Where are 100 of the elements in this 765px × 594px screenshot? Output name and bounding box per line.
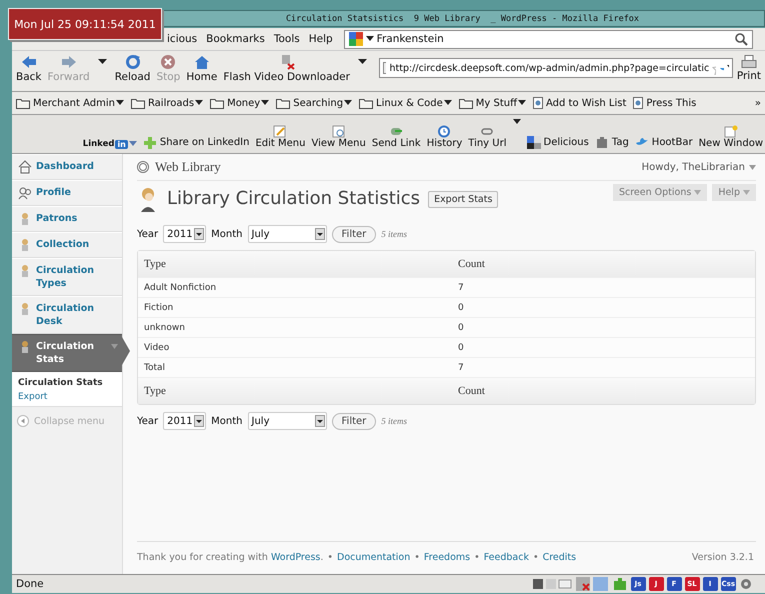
address-field[interactable]: http://circdesk.deepsoft.com/wp-admin/admin.php?page=circulatic xyxy=(378,58,733,78)
send-icon xyxy=(389,125,404,138)
table-cell-text: 0 xyxy=(457,302,464,312)
year-label: Year xyxy=(137,228,158,240)
linkedin-button[interactable]: Linked in xyxy=(82,139,137,149)
column-header[interactable]: Type xyxy=(138,385,452,397)
table-cell-text: 7 xyxy=(457,362,464,372)
sidebar-item[interactable]: Profile xyxy=(12,180,122,206)
column-header[interactable]: Count xyxy=(452,258,485,270)
people-icon xyxy=(18,186,32,200)
table-cell-text: Video xyxy=(143,342,170,352)
footer-link[interactable]: Documentation xyxy=(337,552,410,562)
toolbar-button[interactable]: Tiny Url xyxy=(468,125,506,149)
filter-button[interactable]: Filter xyxy=(332,412,376,430)
folder-icon xyxy=(130,98,145,108)
table-cell-text: 0 xyxy=(457,342,464,352)
wordpress-logo-icon xyxy=(137,161,149,173)
bookmark-item[interactable]: Searching xyxy=(276,98,352,108)
toolbar-button[interactable]: Delicious xyxy=(526,136,589,149)
year-select[interactable]: 2011 xyxy=(163,412,206,430)
print-button[interactable]: Print xyxy=(734,54,763,82)
search-engine-icon[interactable] xyxy=(348,32,363,46)
separator-dot: • xyxy=(532,552,539,562)
current-pointer-icon xyxy=(122,337,130,365)
screen-options-tab[interactable]: Screen Options xyxy=(612,184,708,201)
item-count: 5 items xyxy=(381,416,408,426)
submenu-item[interactable]: Export xyxy=(12,390,122,404)
table-cell-text: 7 xyxy=(457,282,464,292)
year-select[interactable]: 2011 xyxy=(163,225,206,243)
filter-button[interactable]: Filter xyxy=(332,226,376,242)
menu-item[interactable]: Tools xyxy=(274,33,300,45)
toolbar-button[interactable]: HootBar xyxy=(634,136,693,149)
window-title: Circulation Statsistics 9 Web Library _ WordPress - Mozilla Firefox xyxy=(286,14,640,24)
bookmark-item[interactable]: Press This xyxy=(633,97,696,109)
status-icons-drawing[interactable] xyxy=(532,577,572,591)
sidebar-item[interactable]: Patrons xyxy=(12,206,122,232)
month-label: Month xyxy=(211,416,243,426)
month-label: Month xyxy=(211,228,243,240)
column-header[interactable]: Count xyxy=(452,385,485,397)
status-text: Done xyxy=(16,578,45,590)
stop-icon xyxy=(160,54,176,70)
version-text: Version 3.2.1 xyxy=(692,552,754,562)
search-field[interactable]: Frankenstein xyxy=(344,30,753,48)
menu-item[interactable]: Bookmarks xyxy=(206,33,265,45)
sidebar-item[interactable]: Dashboard xyxy=(12,154,122,180)
gear-icon[interactable] xyxy=(739,577,753,591)
search-icon[interactable] xyxy=(735,32,748,46)
addon-icons-drawing[interactable] xyxy=(574,576,609,592)
folder-icon xyxy=(16,98,30,108)
export-stats-button[interactable]: Export Stats xyxy=(428,191,498,208)
menu-item[interactable]: Help xyxy=(308,33,333,45)
folder-icon xyxy=(359,98,374,108)
toolbar-button[interactable]: New Window xyxy=(698,125,763,149)
reload-icon xyxy=(124,54,141,70)
home-icon xyxy=(194,54,210,70)
help-tab[interactable]: Help xyxy=(712,184,756,201)
toolbar-button[interactable]: History xyxy=(426,125,462,149)
wordpress-link[interactable]: WordPress xyxy=(270,552,320,562)
toolbar-button[interactable]: Reload xyxy=(112,54,152,82)
month-select[interactable]: July xyxy=(248,225,327,243)
toolbar-button[interactable]: Home xyxy=(184,54,220,82)
submenu-item[interactable]: Circulation Stats xyxy=(12,376,122,390)
plus-icon xyxy=(142,136,157,149)
tag-icon xyxy=(594,136,609,149)
toolbar-button[interactable]: Tag xyxy=(594,136,629,149)
separator-dot: • xyxy=(327,552,334,562)
sidebar-item[interactable]: Circulation Types xyxy=(12,258,122,296)
forward-arrow-icon xyxy=(60,54,77,70)
site-title[interactable]: Web Library xyxy=(155,159,221,175)
view-icon xyxy=(332,125,346,138)
table-cell-text: unknown xyxy=(143,322,186,332)
clock-icon xyxy=(437,125,452,138)
table-cell-text: Fiction xyxy=(143,302,174,312)
menu-item[interactable]: icious xyxy=(167,33,198,45)
table-cell-text: Total xyxy=(143,362,166,372)
bookmark-item[interactable]: Merchant Admin xyxy=(16,98,124,108)
toolbar-button[interactable]: Flash Video Downloader xyxy=(221,54,352,82)
bookmark-item[interactable]: My Stuff xyxy=(458,98,526,108)
new-window-icon xyxy=(724,125,738,138)
toolbar-button[interactable]: View Menu xyxy=(311,125,366,149)
separator-dot: • xyxy=(474,552,480,562)
footer-link[interactable]: Credits xyxy=(542,552,576,562)
toolbar-button[interactable]: Edit Menu xyxy=(255,125,306,149)
user-menu[interactable]: Howdy, TheLibrarian xyxy=(642,162,756,172)
toolbar-button[interactable]: Back xyxy=(14,54,44,82)
column-header[interactable]: Type xyxy=(138,258,452,270)
toolbar-button[interactable]: Send Link xyxy=(372,125,421,149)
toolbar-button[interactable]: Share on LinkedIn xyxy=(142,136,250,149)
bookmark-item[interactable]: Add to Wish List xyxy=(532,97,626,109)
footer-link[interactable]: Freedoms xyxy=(424,552,470,562)
table-cell-text: 0 xyxy=(457,322,464,332)
bookmark-item[interactable]: Money xyxy=(210,98,270,108)
footer-thanks: Thank you for creating with WordPress. xyxy=(137,552,324,562)
sidebar-item[interactable]: Collection xyxy=(12,232,122,258)
month-select[interactable]: July xyxy=(248,412,327,430)
more-bookmarks-button[interactable]: » xyxy=(754,98,761,108)
bookmark-item[interactable]: Railroads xyxy=(130,98,204,108)
bookmark-item[interactable]: Linux & Code xyxy=(359,98,452,108)
folder-icon xyxy=(210,98,224,108)
footer-link[interactable]: Feedback xyxy=(484,552,529,562)
